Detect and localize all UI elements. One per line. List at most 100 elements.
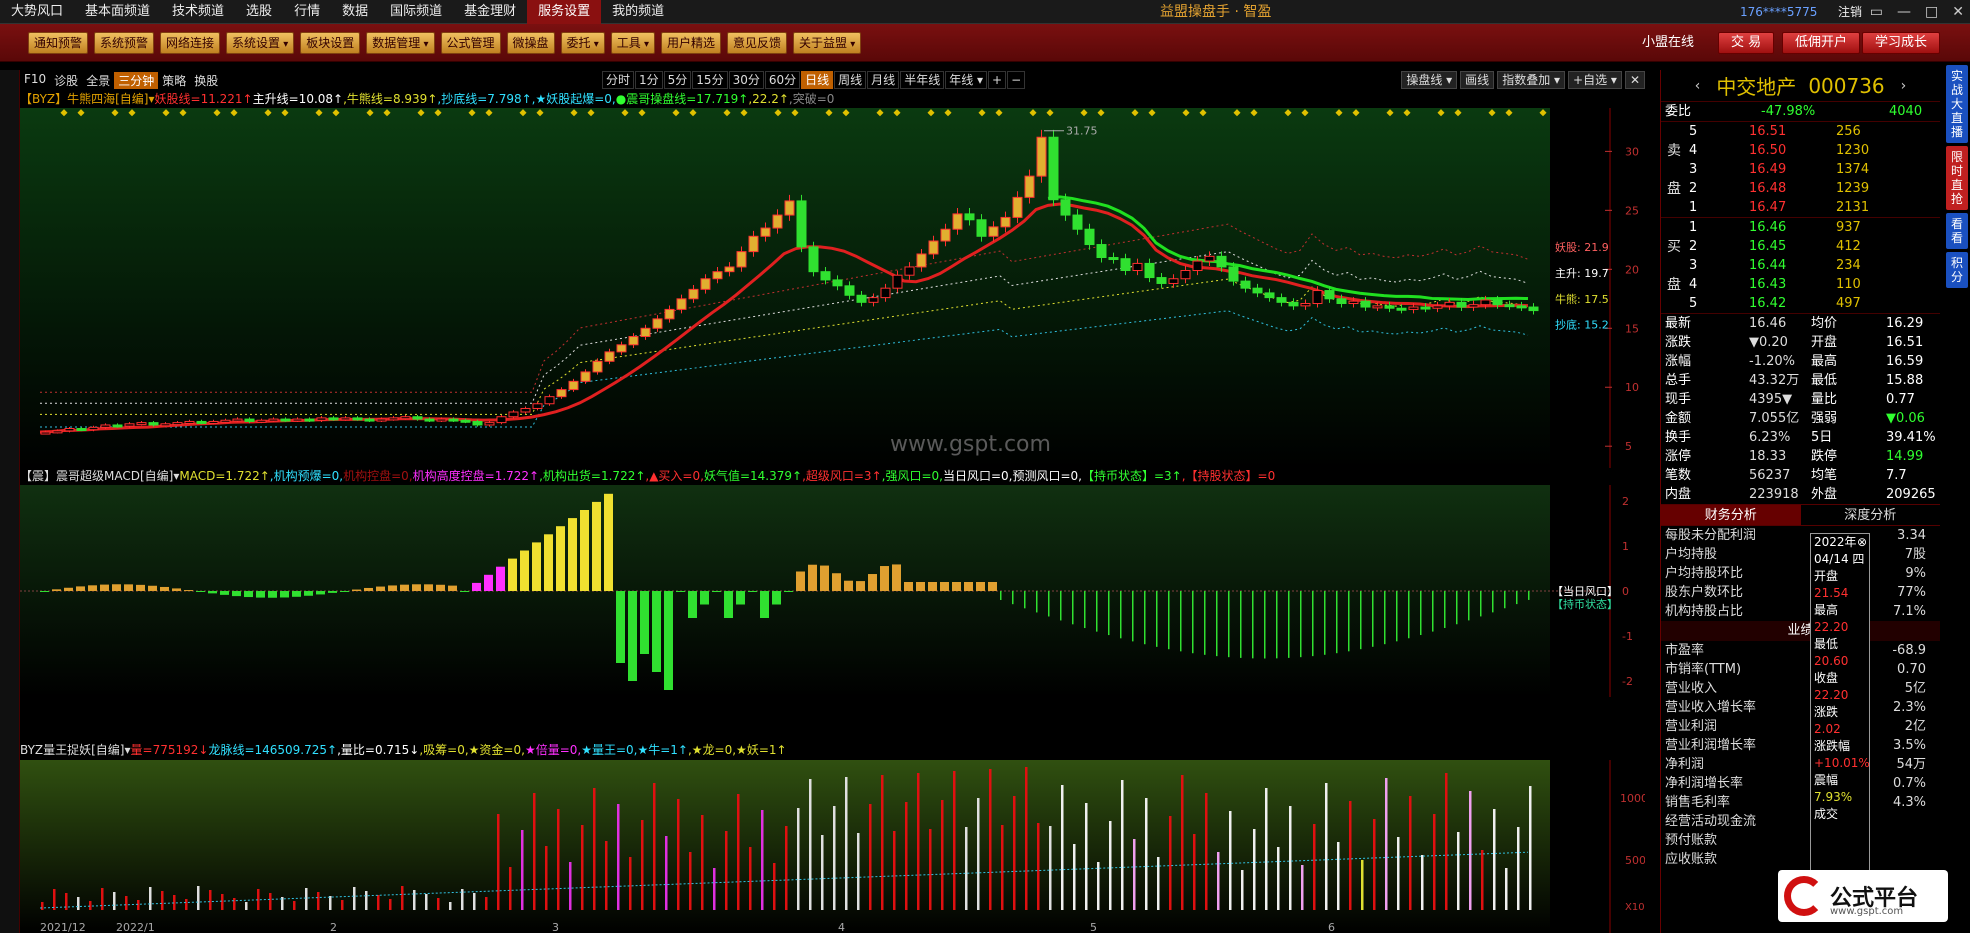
volume-chart[interactable]: 10000 5000 X100 2021/12 2022/1 2 3 4 5 6 xyxy=(20,760,1645,933)
stat-row[interactable]: 涨跌 ▼0.20 开盘 16.51 xyxy=(1661,333,1940,352)
period-6[interactable]: 日线 xyxy=(801,71,834,89)
online-service-label[interactable]: 小盟在线 xyxy=(1642,24,1694,62)
fin-row[interactable]: 净利润 54万 xyxy=(1661,755,1940,774)
left-side-strip[interactable] xyxy=(0,70,20,933)
bid-row[interactable]: 3 16.44 234 xyxy=(1661,256,1940,275)
chart-right-control-1[interactable]: 画线 xyxy=(1460,71,1495,89)
toolbar-button-6[interactable]: 公式管理 xyxy=(440,31,501,54)
prev-stock-icon[interactable]: ‹ xyxy=(1695,78,1701,94)
stat-row[interactable]: 换手 6.23% 5日 39.41% xyxy=(1661,428,1940,447)
volume-indicator-legend[interactable]: BYZ量王捉妖[自编]▾量=775192↓龙脉线=146509.725↑,量比=… xyxy=(20,742,1645,759)
candlestick-chart[interactable]: 30 25 20 15 10 5 31.75 妖股: 21.9 主升: 19.7 牛熊: 17.5… xyxy=(20,108,1645,498)
bid-row[interactable]: 1 16.46 937 xyxy=(1661,218,1940,237)
menu-item-6[interactable]: 国际频道 xyxy=(379,0,453,24)
menu-item-9[interactable]: 我的频道 xyxy=(601,0,675,24)
stat-row[interactable]: 涨停 18.33 跌停 14.99 xyxy=(1661,447,1940,466)
chart-right-control-4[interactable]: ✕ xyxy=(1624,71,1645,89)
fin-row[interactable]: 营业利润增长率 3.5% xyxy=(1661,736,1940,755)
stat-row[interactable]: 现手 4395▼ 量比 0.77 xyxy=(1661,390,1940,409)
side-tab-1[interactable]: 限时直抢 xyxy=(1946,146,1968,210)
chart-right-control-0[interactable]: 操盘线 ▾ xyxy=(1401,71,1458,89)
menu-item-3[interactable]: 选股 xyxy=(235,0,283,24)
period-5[interactable]: 60分 xyxy=(764,71,801,89)
ask-row[interactable]: 5 16.51 256 xyxy=(1661,122,1940,141)
period-12[interactable]: − xyxy=(1007,71,1026,89)
menu-item-5[interactable]: 数据 xyxy=(331,0,379,24)
fin-row[interactable]: 营业利润 2亿 xyxy=(1661,717,1940,736)
bid-row[interactable]: 5 16.42 497 xyxy=(1661,294,1940,313)
learn-button[interactable]: 学习成长 xyxy=(1862,32,1941,54)
toolbar-button-9[interactable]: 工具 xyxy=(610,31,655,54)
next-stock-icon[interactable]: › xyxy=(1901,78,1907,94)
toolbar-button-2[interactable]: 网络连接 xyxy=(160,31,221,54)
chart-tool-2[interactable]: 全景 xyxy=(82,72,114,89)
period-3[interactable]: 15分 xyxy=(692,71,728,89)
period-11[interactable]: + xyxy=(988,71,1007,89)
fin-row[interactable]: 户均持股 7股 xyxy=(1661,545,1940,564)
main-indicator-legend[interactable]: 【BYZ】牛熊四海[自编]▾妖股线=11.221↑主升线=10.08↑,牛熊线=… xyxy=(20,91,834,108)
toolbar-button-0[interactable]: 通知预警 xyxy=(28,31,89,54)
toolbar-button-7[interactable]: 微操盘 xyxy=(506,31,555,54)
chart-tool-3[interactable]: 三分钟 xyxy=(114,71,159,89)
account-label[interactable]: 176****5775 xyxy=(1740,0,1817,24)
toolbar-button-8[interactable]: 委托 xyxy=(560,31,605,54)
fin-row[interactable]: 应收账款 xyxy=(1661,850,1940,869)
ask-row[interactable]: 2 16.48 1239 xyxy=(1661,179,1940,198)
stat-row[interactable]: 内盘 223918 外盘 209265 xyxy=(1661,485,1940,504)
stat-row[interactable]: 最新 16.46 均价 16.29 xyxy=(1661,314,1940,333)
side-tab-3[interactable]: 积分 xyxy=(1946,252,1968,288)
toolbar-button-11[interactable]: 意见反馈 xyxy=(726,31,787,54)
toolbar-button-4[interactable]: 板块设置 xyxy=(300,31,361,54)
stat-row[interactable]: 涨幅 -1.20% 最高 16.59 xyxy=(1661,352,1940,371)
period-7[interactable]: 周线 xyxy=(834,71,867,89)
period-8[interactable]: 月线 xyxy=(867,71,900,89)
toolbar-button-10[interactable]: 用户精选 xyxy=(660,31,721,54)
trade-button[interactable]: 交 易 xyxy=(1718,32,1775,54)
period-4[interactable]: 30分 xyxy=(728,71,764,89)
bid-row[interactable]: 2 16.45 412 xyxy=(1661,237,1940,256)
period-9[interactable]: 半年线 xyxy=(900,71,945,89)
popup-close-icon[interactable]: ⊗ xyxy=(1854,534,1867,551)
ask-row[interactable]: 4 16.50 1230 xyxy=(1661,141,1940,160)
menu-item-0[interactable]: 大势风口 xyxy=(0,0,74,24)
side-tab-2[interactable]: 看看 xyxy=(1946,213,1968,249)
menu-item-2[interactable]: 技术频道 xyxy=(161,0,235,24)
fin-row[interactable]: 销售毛利率 4.3% xyxy=(1661,793,1940,812)
chart-tool-0[interactable]: F10 xyxy=(20,72,50,89)
ask-row[interactable]: 3 16.49 1374 xyxy=(1661,160,1940,179)
chart-tool-4[interactable]: 策略 xyxy=(158,72,190,89)
fin-row[interactable]: 预付账款 xyxy=(1661,831,1940,850)
period-10[interactable]: 年线 ▾ xyxy=(945,71,988,89)
chart-right-control-3[interactable]: +自选 ▾ xyxy=(1568,71,1622,89)
bid-row[interactable]: 4 16.43 110 xyxy=(1661,275,1940,294)
logout-link[interactable]: 注销 xyxy=(1838,0,1862,24)
ask-row[interactable]: 1 16.47 2131 xyxy=(1661,198,1940,217)
menu-item-7[interactable]: 基金理财 xyxy=(453,0,527,24)
macd-indicator-legend[interactable]: 【震】震哥超级MACD[自编]▾MACD=1.722↑,机构预爆=0,机构控盘=… xyxy=(20,468,1645,485)
period-0[interactable]: 分时 xyxy=(602,71,635,89)
tab-deep[interactable]: 深度分析 xyxy=(1801,505,1941,525)
fin-row[interactable]: 净利润增长率 0.7% xyxy=(1661,774,1940,793)
fin-row[interactable]: 市销率(TTM) 0.70 xyxy=(1661,660,1940,679)
fin-row[interactable]: 营业收入增长率 2.3% xyxy=(1661,698,1940,717)
fin-row[interactable]: 市盈率 -68.9 xyxy=(1661,641,1940,660)
toolbar-button-1[interactable]: 系统预警 xyxy=(94,31,155,54)
fin-row[interactable]: 营业收入 5亿 xyxy=(1661,679,1940,698)
menu-item-8[interactable]: 服务设置 xyxy=(527,0,602,24)
minimize-icon[interactable]: — xyxy=(1897,0,1911,24)
chart-tool-5[interactable]: 换股 xyxy=(190,72,222,89)
stat-row[interactable]: 金额 7.055亿 强弱 ▼0.06 xyxy=(1661,409,1940,428)
menu-item-4[interactable]: 行情 xyxy=(283,0,331,24)
period-1[interactable]: 1分 xyxy=(635,71,663,89)
toolbar-button-5[interactable]: 数据管理 xyxy=(366,31,435,54)
fin-row[interactable]: 每股未分配利润 3.34 xyxy=(1661,526,1940,545)
period-2[interactable]: 5分 xyxy=(663,71,692,89)
close-icon[interactable]: ✕ xyxy=(1952,0,1964,24)
side-tab-0[interactable]: 实战大直播 xyxy=(1946,65,1968,143)
fin-row[interactable]: 经营活动现金流 xyxy=(1661,812,1940,831)
stat-row[interactable]: 笔数 56237 均笔 7.7 xyxy=(1661,466,1940,485)
tab-financial[interactable]: 财务分析 xyxy=(1661,505,1801,525)
chart-right-control-2[interactable]: 指数叠加 ▾ xyxy=(1497,71,1566,89)
fin-row[interactable]: 户均持股环比 9% xyxy=(1661,564,1940,583)
chart-tool-1[interactable]: 诊股 xyxy=(50,72,82,89)
